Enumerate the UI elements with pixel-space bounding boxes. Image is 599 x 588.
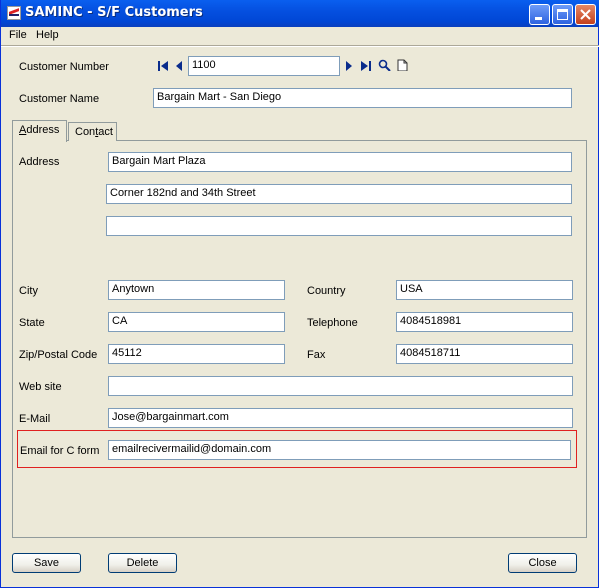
last-record-icon[interactable] [360, 60, 372, 72]
address-label: Address [19, 156, 60, 168]
city-input[interactable]: Anytown [108, 280, 285, 300]
address-line2-input[interactable]: Corner 182nd and 34th Street [106, 184, 572, 204]
address-line1-input[interactable]: Bargain Mart Plaza [108, 152, 572, 172]
tab-address-text: ddress [26, 124, 60, 136]
menu-separator [1, 45, 599, 47]
tab-contact-text: act [98, 126, 113, 138]
close-button[interactable]: Close [508, 553, 577, 573]
customer-name-input[interactable]: Bargain Mart - San Diego [153, 88, 572, 108]
customer-number-input[interactable]: 1100 [188, 56, 340, 76]
state-label: State [19, 317, 45, 329]
zip-label: Zip/Postal Code [19, 349, 98, 361]
cform-email-label: Email for C form [20, 445, 100, 457]
maximize-icon [557, 9, 568, 20]
first-record-icon[interactable] [157, 60, 169, 72]
fax-label: Fax [307, 349, 326, 361]
close-window-button[interactable] [575, 4, 596, 25]
city-label: City [19, 285, 38, 297]
cform-email-input[interactable]: emailrecivermailid@domain.com [108, 440, 571, 460]
tab-contact-pre: Con [75, 126, 96, 138]
app-icon [7, 6, 21, 20]
save-button[interactable]: Save [12, 553, 81, 573]
window-title: SAMINC - S/F Customers [25, 5, 203, 20]
telephone-input[interactable]: 4084518981 [396, 312, 573, 332]
title-bar[interactable]: SAMINC - S/F Customers [1, 0, 599, 27]
menu-bar: File Help [1, 27, 599, 45]
next-record-icon[interactable] [345, 60, 353, 72]
country-label: Country [307, 285, 346, 297]
previous-record-icon[interactable] [175, 60, 183, 72]
minimize-icon [535, 17, 542, 20]
delete-button[interactable]: Delete [108, 553, 177, 573]
tab-address[interactable]: Address [12, 120, 67, 142]
new-record-icon[interactable] [397, 59, 408, 71]
customers-window: SAMINC - S/F Customers File Help Custome… [0, 0, 599, 588]
email-input[interactable]: Jose@bargainmart.com [108, 408, 573, 428]
minimize-button[interactable] [529, 4, 550, 25]
customer-name-label: Customer Name [19, 93, 100, 105]
address-line3-input[interactable] [106, 216, 572, 236]
tab-contact[interactable]: Contact [68, 122, 117, 141]
close-icon [580, 9, 591, 20]
fax-input[interactable]: 4084518711 [396, 344, 573, 364]
zip-input[interactable]: 45112 [108, 344, 285, 364]
customer-number-label: Customer Number [19, 61, 109, 73]
state-input[interactable]: CA [108, 312, 285, 332]
telephone-label: Telephone [307, 317, 358, 329]
menu-file[interactable]: File [9, 29, 27, 41]
menu-help[interactable]: Help [36, 29, 59, 41]
maximize-button[interactable] [552, 4, 573, 25]
country-input[interactable]: USA [396, 280, 573, 300]
website-input[interactable] [108, 376, 573, 396]
website-label: Web site [19, 381, 62, 393]
email-label: E-Mail [19, 413, 51, 425]
search-icon[interactable] [378, 59, 391, 71]
